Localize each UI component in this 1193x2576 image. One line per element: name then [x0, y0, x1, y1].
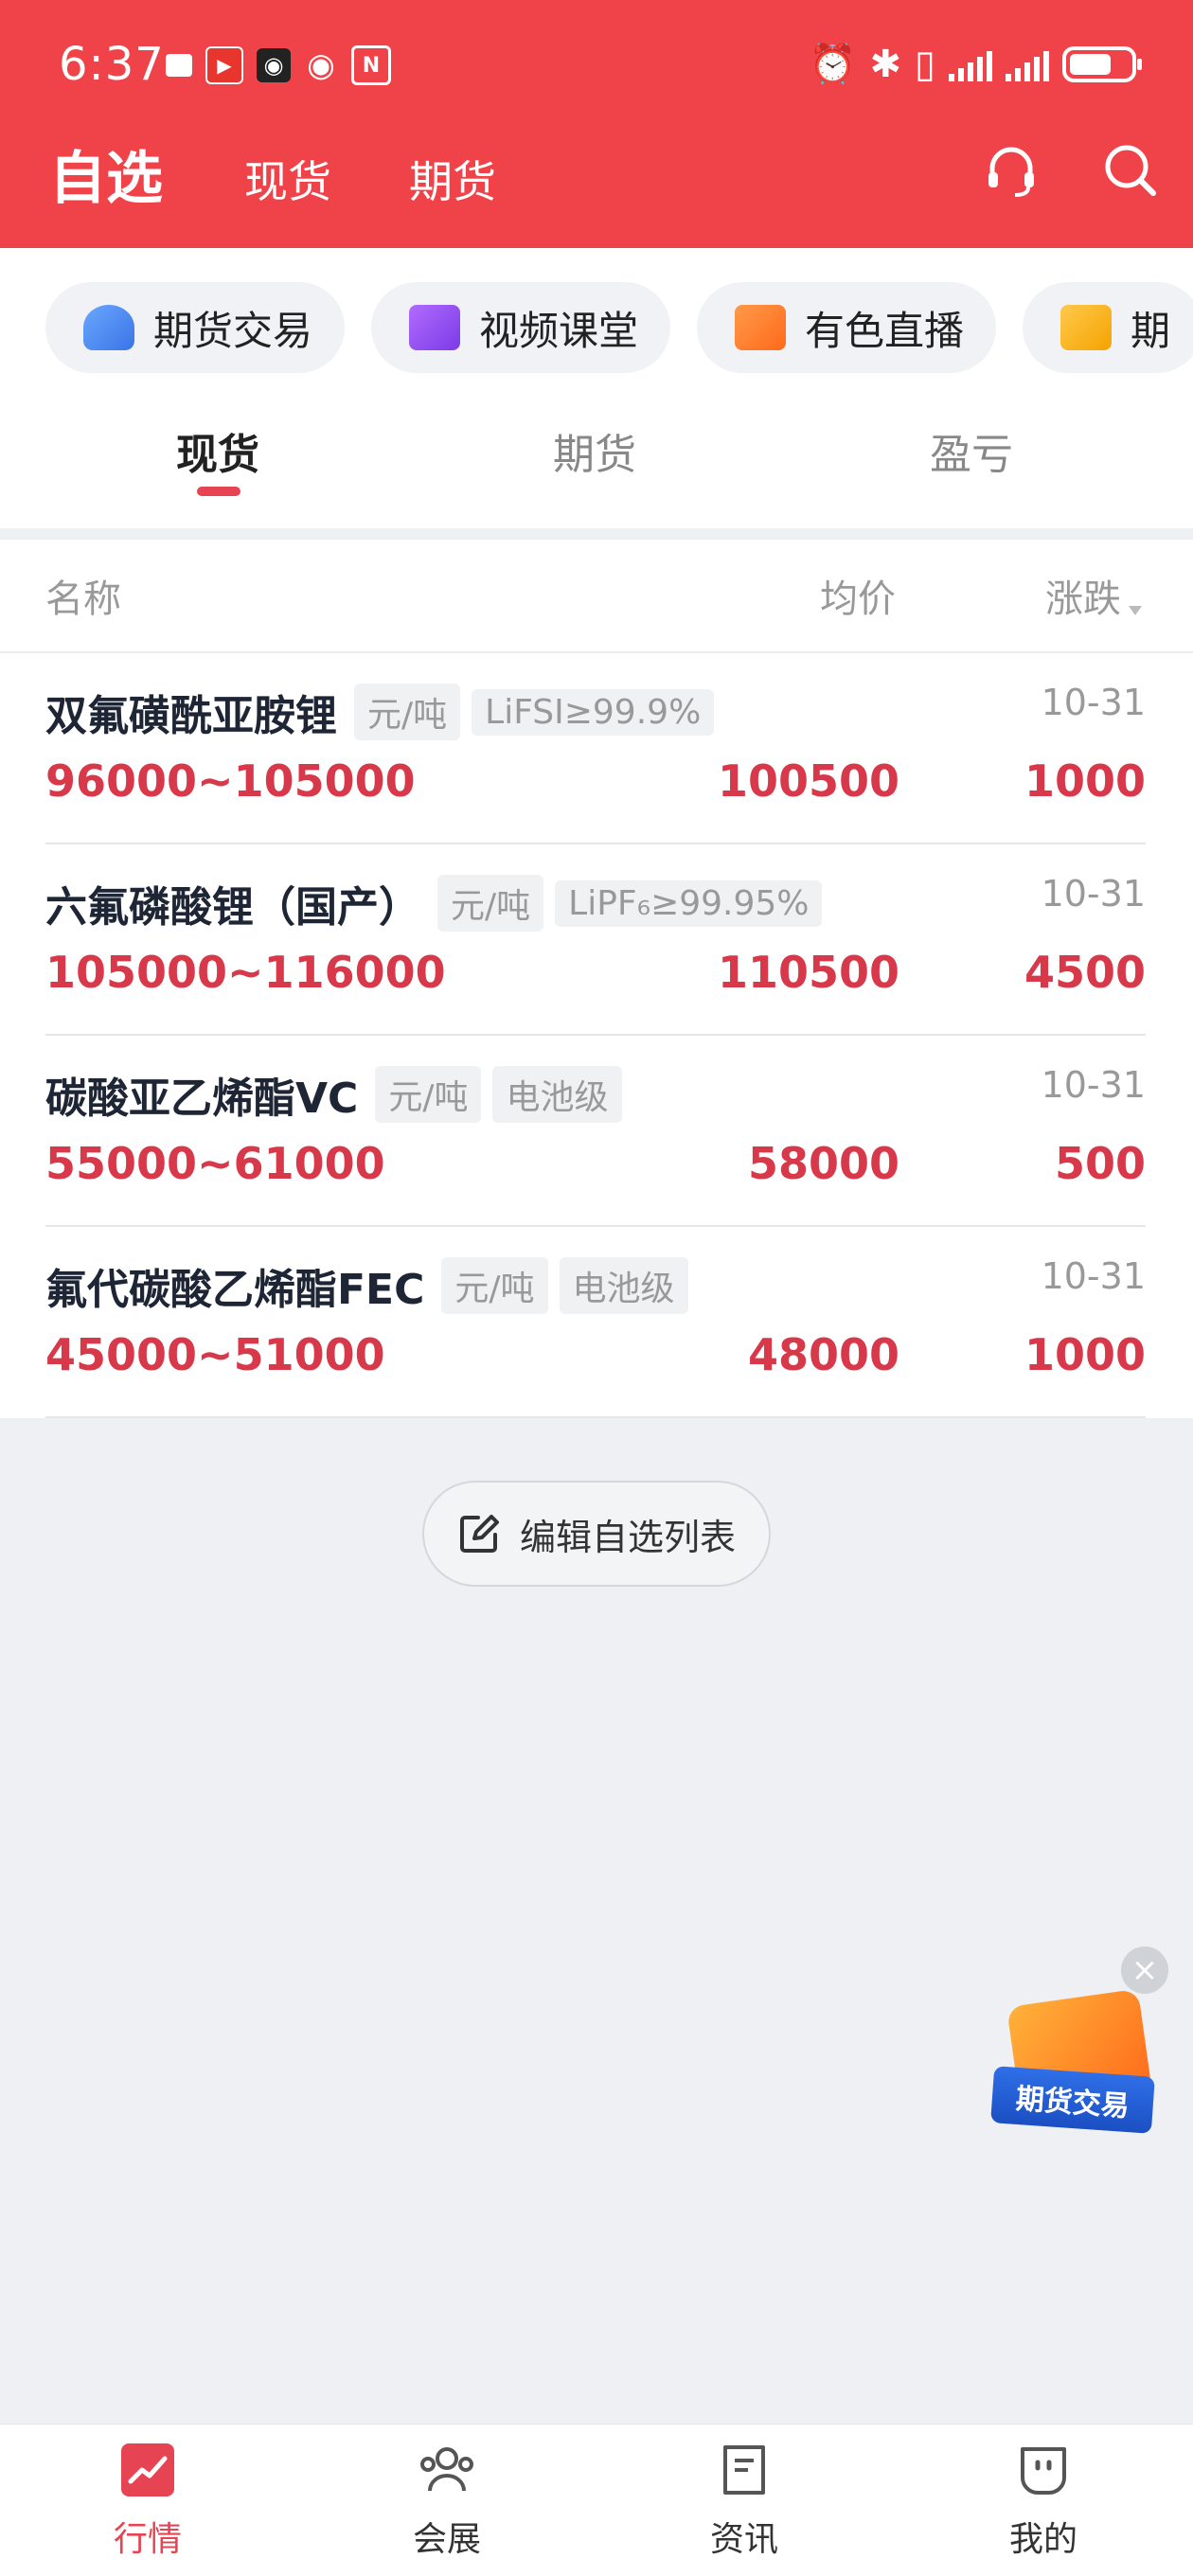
subtab-futures[interactable]: 期货	[553, 420, 636, 481]
change-header-label: 涨跌	[1045, 577, 1121, 621]
unit-tag: 元/吨	[437, 875, 544, 932]
price-change: 4500	[1024, 947, 1146, 998]
avg-price: 48000	[747, 1329, 899, 1380]
unit-tag: 元/吨	[354, 684, 461, 740]
price-range: 105000~116000	[45, 947, 446, 998]
row-name-group: 六氟磷酸锂（国产） 元/吨 LiPF₆≥99.95%	[45, 873, 823, 933]
headset-icon[interactable]	[981, 140, 1042, 201]
table-row[interactable]: 碳酸亚乙烯酯VC 元/吨 电池级 10-31 55000~61000 58000…	[0, 1036, 1193, 1227]
status-system-icons: ⏰ ✱ ▯	[809, 42, 1142, 86]
bottom-nav-label: 会展	[412, 2520, 481, 2559]
nav-tab-spot[interactable]: 现货	[244, 148, 331, 210]
close-icon[interactable]: ×	[1121, 1946, 1168, 1994]
column-header-name: 名称	[45, 577, 121, 621]
price-date: 10-31	[1041, 1064, 1146, 1106]
chip-more[interactable]: 期	[1023, 282, 1193, 373]
sort-arrow-icon[interactable]	[1129, 606, 1142, 615]
market-chart-icon	[121, 2443, 174, 2496]
column-header-avg[interactable]: 均价	[820, 568, 896, 623]
row-name-group: 双氟磺酰亚胺锂 元/吨 LiFSI≥99.9%	[45, 682, 715, 742]
message-icon	[166, 54, 192, 77]
avg-price: 100500	[717, 755, 899, 807]
table-row[interactable]: 六氟磷酸锂（国产） 元/吨 LiPF₆≥99.95% 10-31 105000~…	[0, 844, 1193, 1036]
status-notification-icons: ▶ ◉ ◉ N	[166, 45, 391, 85]
price-change: 1000	[1024, 755, 1146, 807]
bluetooth-icon: ✱	[869, 42, 901, 86]
edit-watchlist-label: 编辑自选列表	[519, 1516, 736, 1558]
subtab-spot[interactable]: 现货	[176, 420, 259, 481]
row-name-group: 碳酸亚乙烯酯VC 元/吨 电池级	[45, 1064, 622, 1125]
people-icon	[420, 2447, 473, 2492]
search-icon[interactable]	[1100, 140, 1161, 201]
news-icon	[723, 2445, 765, 2495]
bottom-nav-label: 资讯	[709, 2520, 778, 2559]
app-header: 6:37 ▶ ◉ ◉ N ⏰ ✱ ▯ 自选 现货 期货	[0, 0, 1193, 248]
edit-watchlist-button[interactable]: 编辑自选列表	[422, 1481, 771, 1587]
price-change: 500	[1054, 1138, 1146, 1189]
nav-tab-futures[interactable]: 期货	[409, 148, 496, 210]
bottom-nav-profile[interactable]: 我的	[949, 2440, 1138, 2561]
chip-futures-trade[interactable]: 期货交易	[45, 282, 346, 373]
bottom-nav-news[interactable]: 资讯	[650, 2440, 839, 2561]
bottom-nav-expo[interactable]: 会展	[352, 2440, 542, 2561]
page-title[interactable]: 自选	[49, 133, 163, 215]
spec-tag: 电池级	[492, 1066, 622, 1123]
chip-label: 期货交易	[153, 307, 313, 354]
float-ad-label: 期货交易	[990, 2066, 1155, 2134]
unit-tag: 元/吨	[375, 1066, 482, 1123]
eye-icon: ◉	[307, 46, 335, 84]
live-camera-icon	[735, 305, 787, 350]
battery-icon	[1062, 45, 1142, 82]
active-tab-indicator	[197, 487, 240, 496]
subtab-pnl[interactable]: 盈亏	[930, 420, 1013, 481]
vibrate-icon: ▯	[914, 42, 935, 86]
avg-price: 58000	[747, 1138, 899, 1189]
bottom-nav-label: 我的	[1008, 2520, 1077, 2559]
futures-trade-float-ad[interactable]: 期货交易	[990, 1988, 1155, 2140]
price-date: 10-31	[1041, 873, 1146, 915]
table-row[interactable]: 氟代碳酸乙烯酯FEC 元/吨 电池级 10-31 45000~51000 480…	[0, 1227, 1193, 1418]
price-range: 55000~61000	[45, 1138, 385, 1189]
product-name: 双氟磺酰亚胺锂	[45, 692, 337, 740]
doc-icon	[1060, 305, 1113, 350]
price-range: 96000~105000	[45, 755, 416, 807]
tmall-icon: ◉	[257, 48, 291, 82]
price-date: 10-31	[1041, 682, 1146, 723]
nfc-icon: N	[351, 45, 391, 85]
column-header-change[interactable]: 涨跌	[1045, 568, 1142, 623]
chip-live[interactable]: 有色直播	[697, 282, 997, 373]
signal-1-icon	[949, 47, 992, 81]
chip-label: 视频课堂	[479, 307, 639, 354]
user-trade-icon	[83, 305, 134, 350]
spec-tag: 电池级	[559, 1257, 688, 1314]
row-name-group: 氟代碳酸乙烯酯FEC 元/吨 电池级	[45, 1255, 688, 1316]
video-icon	[409, 305, 461, 350]
price-change: 1000	[1024, 1329, 1146, 1380]
chip-label: 期	[1131, 307, 1171, 354]
chip-video-class[interactable]: 视频课堂	[371, 282, 671, 373]
avg-price: 110500	[717, 947, 899, 998]
spec-tag: LiFSI≥99.9%	[472, 688, 715, 736]
price-date: 10-31	[1041, 1255, 1146, 1297]
table-row[interactable]: 双氟磺酰亚胺锂 元/吨 LiFSI≥99.9% 10-31 96000~1050…	[0, 653, 1193, 844]
unit-tag: 元/吨	[441, 1257, 548, 1314]
product-name: 氟代碳酸乙烯酯FEC	[45, 1266, 425, 1314]
product-name: 六氟磷酸锂（国产）	[45, 883, 420, 932]
alarm-icon: ⏰	[809, 43, 857, 86]
bottom-nav-market[interactable]: 行情	[53, 2440, 242, 2561]
bottom-nav-label: 行情	[113, 2520, 182, 2559]
row-divider	[45, 1416, 1146, 1418]
listen-app-icon: ▶	[205, 46, 243, 84]
edit-icon	[459, 1515, 499, 1553]
quick-chips: 期货交易 视频课堂 有色直播 期	[45, 282, 1193, 373]
status-time: 6:37	[59, 38, 165, 91]
signal-2-icon	[1006, 47, 1049, 81]
bottom-nav: 行情 会展 资讯 我的	[0, 2424, 1193, 2576]
product-name: 碳酸亚乙烯酯VC	[45, 1075, 359, 1123]
spec-tag: LiPF₆≥99.95%	[555, 879, 823, 927]
profile-icon	[1021, 2447, 1066, 2495]
price-range: 45000~51000	[45, 1329, 385, 1380]
chip-label: 有色直播	[805, 307, 965, 354]
